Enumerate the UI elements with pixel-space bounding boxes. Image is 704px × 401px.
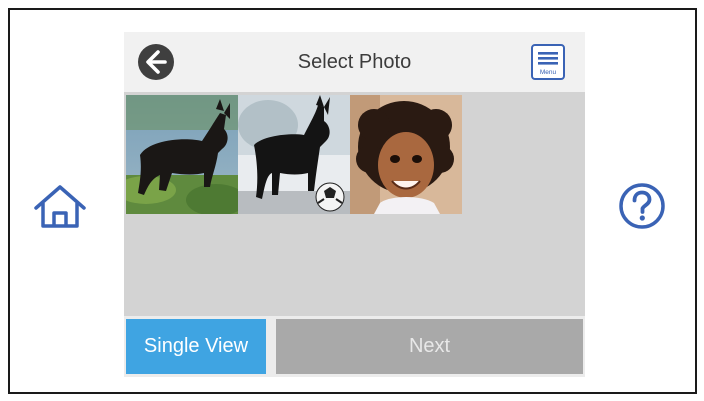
dog-photo-image bbox=[126, 95, 238, 214]
menu-label: Menu bbox=[540, 69, 557, 76]
photo-thumbnail-child[interactable] bbox=[350, 95, 462, 214]
home-icon bbox=[34, 185, 86, 228]
photo-grid bbox=[124, 92, 585, 316]
page-title: Select Photo bbox=[297, 50, 412, 73]
back-button[interactable] bbox=[136, 42, 176, 82]
next-button[interactable]: Next bbox=[276, 319, 583, 374]
bottom-bar: Single View Next bbox=[124, 316, 585, 377]
help-icon bbox=[619, 183, 665, 229]
home-button[interactable] bbox=[30, 176, 90, 236]
child-photo-image bbox=[350, 95, 462, 214]
top-bar: Select Photo Menu bbox=[124, 32, 585, 92]
menu-icon: Menu bbox=[531, 44, 565, 80]
photo-thumbnail-dog-1[interactable] bbox=[126, 95, 238, 214]
help-button[interactable] bbox=[612, 176, 672, 236]
lcd-screen: Select Photo Menu Single View Next bbox=[124, 32, 585, 377]
arrow-left-circle-icon bbox=[138, 44, 174, 80]
dog-ball-photo-image bbox=[238, 95, 350, 214]
single-view-button[interactable]: Single View bbox=[126, 319, 266, 374]
photo-thumbnail-dog-2[interactable] bbox=[238, 95, 350, 214]
menu-button[interactable]: Menu bbox=[528, 42, 568, 82]
